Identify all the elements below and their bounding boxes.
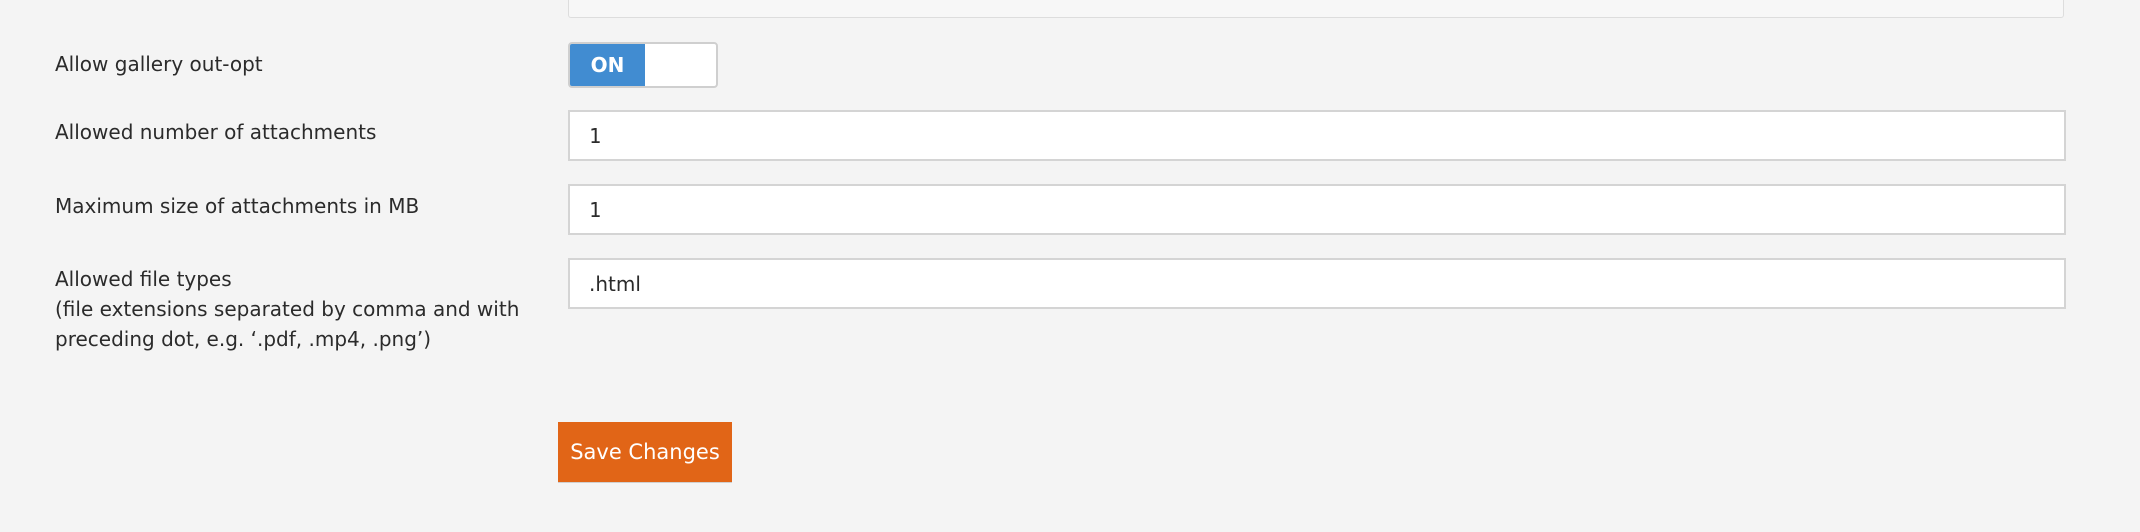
gallery-opt-out-toggle[interactable]: ON <box>568 42 718 88</box>
file-types-hint-line2: preceding dot, e.g. ‘.pdf, .mp4, .png’) <box>55 327 432 351</box>
gallery-opt-out-label: Allow gallery out-opt <box>55 52 263 76</box>
file-types-input[interactable] <box>568 258 2066 309</box>
toggle-on-indicator: ON <box>570 44 645 86</box>
attachments-max-size-input[interactable] <box>568 184 2066 235</box>
attachments-count-label: Allowed number of attachments <box>55 120 377 144</box>
attachments-count-input[interactable] <box>568 110 2066 161</box>
file-types-hint-line1: (file extensions separated by comma and … <box>55 297 520 321</box>
previous-field-box <box>568 0 2064 18</box>
save-changes-button[interactable]: Save Changes <box>558 422 732 482</box>
attachments-max-size-label: Maximum size of attachments in MB <box>55 194 420 218</box>
file-types-label: Allowed file types <box>55 267 232 291</box>
